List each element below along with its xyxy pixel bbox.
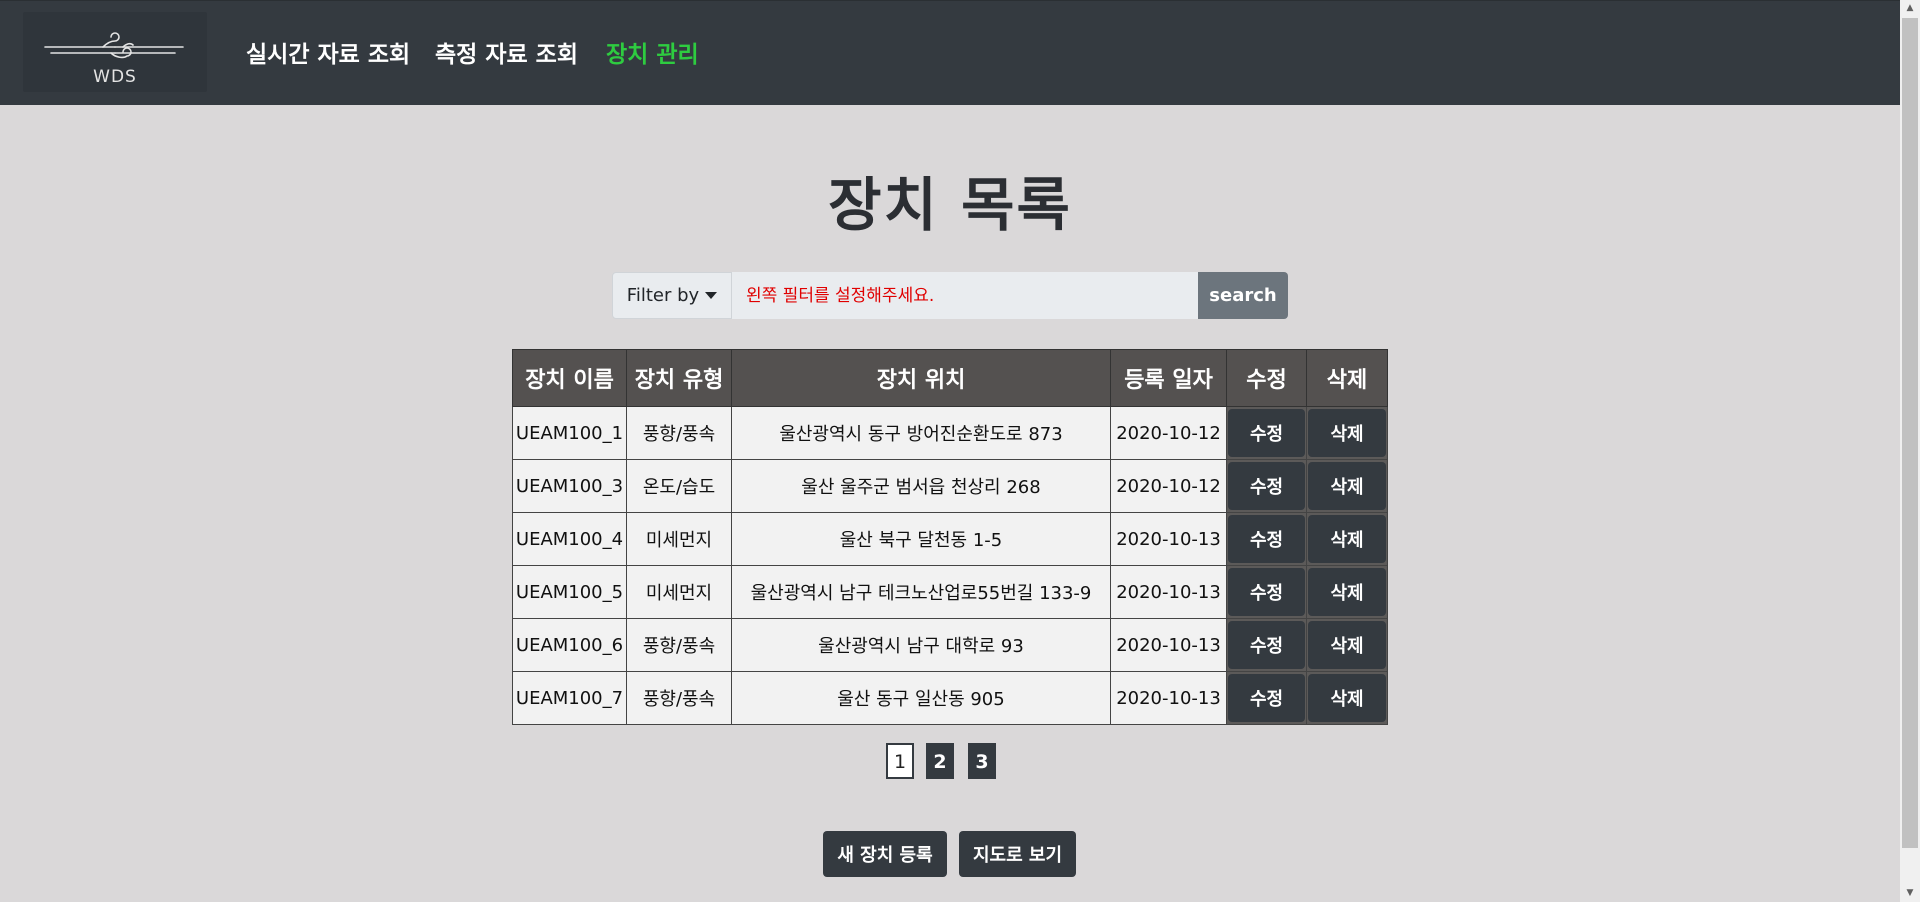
cell-device-type: 온도/습도 [626,459,732,513]
cell-edit: 수정 [1226,459,1307,513]
header-device-name: 장치 이름 [512,349,627,407]
header-registration-date: 등록 일자 [1110,349,1227,407]
edit-button[interactable]: 수정 [1228,409,1305,457]
edit-button[interactable]: 수정 [1228,674,1305,722]
cell-device-name: UEAM100_7 [512,671,627,725]
edit-button[interactable]: 수정 [1228,621,1305,669]
register-device-button[interactable]: 새 장치 등록 [823,831,947,877]
cell-device-name: UEAM100_6 [512,618,627,672]
cell-device-location: 울산광역시 남구 대학로 93 [731,618,1111,672]
cell-device-location: 울산광역시 남구 테크노산업로55번길 133-9 [731,565,1111,619]
cell-registration-date: 2020-10-12 [1110,406,1227,460]
delete-button[interactable]: 삭제 [1308,568,1386,616]
page-button-2[interactable]: 2 [926,743,954,779]
cell-device-name: UEAM100_5 [512,565,627,619]
filter-dropdown-button[interactable]: Filter by [612,272,732,319]
table-row: UEAM100_6 풍향/풍속 울산광역시 남구 대학로 93 2020-10-… [512,618,1388,672]
header-delete: 삭제 [1306,349,1388,407]
cell-device-type: 풍향/풍속 [626,406,732,460]
edit-button[interactable]: 수정 [1228,462,1305,510]
filter-label: Filter by [626,285,700,306]
pagination: 1 2 3 [0,743,1900,779]
table-row: UEAM100_4 미세먼지 울산 북구 달천동 1-5 2020-10-13 … [512,512,1388,566]
device-table: 장치 이름 장치 유형 장치 위치 등록 일자 수정 삭제 UEAM100_1 … [512,349,1388,725]
cell-edit: 수정 [1226,406,1307,460]
header-device-location: 장치 위치 [731,349,1111,407]
cell-edit: 수정 [1226,618,1307,672]
table-row: UEAM100_3 온도/습도 울산 울주군 범서읍 천상리 268 2020-… [512,459,1388,513]
cell-registration-date: 2020-10-13 [1110,671,1227,725]
view-map-button[interactable]: 지도로 보기 [959,831,1076,877]
cell-device-name: UEAM100_3 [512,459,627,513]
scroll-thumb[interactable] [1902,18,1918,848]
cell-delete: 삭제 [1306,406,1388,460]
wds-logo[interactable]: WDS [23,12,207,92]
delete-button[interactable]: 삭제 [1308,674,1386,722]
cell-edit: 수정 [1226,565,1307,619]
cell-delete: 삭제 [1306,459,1388,513]
table-row: UEAM100_5 미세먼지 울산광역시 남구 테크노산업로55번길 133-9… [512,565,1388,619]
cell-device-location: 울산 울주군 범서읍 천상리 268 [731,459,1111,513]
cell-registration-date: 2020-10-13 [1110,512,1227,566]
cell-device-location: 울산 북구 달천동 1-5 [731,512,1111,566]
scroll-down-arrow-icon[interactable]: ▼ [1900,885,1920,902]
cell-device-name: UEAM100_1 [512,406,627,460]
table-header-row: 장치 이름 장치 유형 장치 위치 등록 일자 수정 삭제 [512,349,1388,407]
delete-button[interactable]: 삭제 [1308,621,1386,669]
table-row: UEAM100_7 풍향/풍속 울산 동구 일산동 905 2020-10-13… [512,671,1388,725]
cell-delete: 삭제 [1306,512,1388,566]
edit-button[interactable]: 수정 [1228,568,1305,616]
table-row: UEAM100_1 풍향/풍속 울산광역시 동구 방어진순환도로 873 202… [512,406,1388,460]
search-input[interactable] [732,272,1198,319]
vertical-scrollbar[interactable]: ▲ ▼ [1900,0,1920,902]
delete-button[interactable]: 삭제 [1308,462,1386,510]
delete-button[interactable]: 삭제 [1308,515,1386,563]
cell-device-type: 풍향/풍속 [626,671,732,725]
header-device-type: 장치 유형 [626,349,732,407]
cell-device-type: 미세먼지 [626,512,732,566]
cell-registration-date: 2020-10-13 [1110,618,1227,672]
search-button[interactable]: search [1198,272,1288,319]
cell-registration-date: 2020-10-13 [1110,565,1227,619]
cell-delete: 삭제 [1306,618,1388,672]
cell-edit: 수정 [1226,671,1307,725]
cell-device-type: 풍향/풍속 [626,618,732,672]
scroll-up-arrow-icon[interactable]: ▲ [1900,0,1920,17]
cell-device-type: 미세먼지 [626,565,732,619]
nav-device-management[interactable]: 장치 관리 [606,35,699,69]
logo-text: WDS [93,67,137,87]
cell-edit: 수정 [1226,512,1307,566]
cell-registration-date: 2020-10-12 [1110,459,1227,513]
nav-realtime-data[interactable]: 실시간 자료 조회 [246,35,410,69]
top-navbar: WDS 실시간 자료 조회 측정 자료 조회 장치 관리 [0,0,1900,105]
cell-device-location: 울산 동구 일산동 905 [731,671,1111,725]
cell-delete: 삭제 [1306,565,1388,619]
cell-device-name: UEAM100_4 [512,512,627,566]
page-button-3[interactable]: 3 [968,743,996,779]
edit-button[interactable]: 수정 [1228,515,1305,563]
wind-logo-icon [44,32,184,59]
delete-button[interactable]: 삭제 [1308,409,1386,457]
page-title: 장치 목록 [828,171,1072,239]
cell-device-location: 울산광역시 동구 방어진순환도로 873 [731,406,1111,460]
nav-measurement-data[interactable]: 측정 자료 조회 [435,35,578,69]
cell-delete: 삭제 [1306,671,1388,725]
page-button-1[interactable]: 1 [886,743,914,779]
caret-down-icon [705,292,718,299]
header-edit: 수정 [1226,349,1307,407]
